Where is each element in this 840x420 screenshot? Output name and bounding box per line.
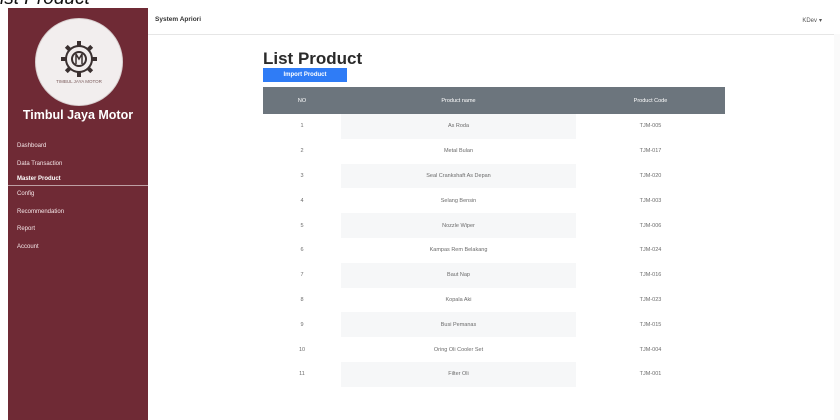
- sidebar-item-data-transaction[interactable]: Data Transaction: [8, 156, 148, 174]
- table-row: 2 Metal Bulan TJM-017: [263, 139, 725, 164]
- cell-no: 8: [300, 296, 304, 303]
- cell-product-code: TJM-001: [639, 371, 662, 378]
- cell-product-name: Oring Oli Cooler Set: [433, 346, 484, 353]
- brand-name: Timbul Jaya Motor: [22, 108, 134, 122]
- page-heading-clipped: ist Product: [0, 0, 260, 8]
- topbar: System Apriori KDev ▾: [148, 8, 840, 35]
- cell-product-code: TJM-005: [639, 123, 662, 130]
- cell-no: 7: [300, 272, 304, 279]
- scrollbar-track[interactable]: [834, 34, 840, 420]
- sidebar: TIMBUL JAYA MOTOR Timbul Jaya Motor Dash…: [8, 8, 148, 420]
- table-row: 4 Selang Bensin TJM-003: [263, 188, 725, 213]
- cell-product-name: Kampas Rem Belakang: [429, 247, 488, 254]
- cell-product-name: Metal Bulan: [443, 148, 474, 155]
- table-row: 8 Kopala Aki TJM-023: [263, 288, 725, 313]
- table-row: 1 As Roda TJM-005: [263, 114, 725, 139]
- cell-product-code: TJM-003: [639, 197, 662, 204]
- cell-product-code: TJM-024: [639, 247, 662, 254]
- table-header-row: NO Product name Product Code: [263, 87, 725, 114]
- cell-product-name: Filter Oli: [341, 361, 576, 387]
- column-header-product-code: Product Code: [633, 97, 668, 104]
- sidebar-item-master-product[interactable]: Master Product: [8, 173, 148, 186]
- cell-product-code: TJM-004: [639, 346, 662, 353]
- table-row: 9 Busi Pemanas TJM-015: [263, 312, 725, 338]
- brand-logo: TIMBUL JAYA MOTOR: [35, 18, 123, 106]
- table-row: 5 Nozzle Wiper TJM-006: [263, 213, 725, 238]
- import-product-button[interactable]: Import Product: [263, 68, 347, 82]
- cell-no: 3: [300, 172, 304, 179]
- cell-no: 10: [298, 346, 306, 353]
- cell-no: 2: [300, 148, 304, 155]
- cell-no: 9: [300, 321, 304, 328]
- column-header-no: NO: [297, 97, 307, 104]
- svg-text:TIMBUL JAYA MOTOR: TIMBUL JAYA MOTOR: [56, 79, 103, 84]
- app-title: System Apriori: [155, 16, 201, 23]
- product-table: NO Product name Product Code 1 As Roda TJM…: [263, 87, 725, 387]
- cell-product-name: Kopala Aki: [445, 296, 472, 303]
- table-row: 10 Oring Oli Cooler Set TJM-004: [263, 337, 725, 362]
- cell-product-code: TJM-006: [639, 222, 662, 229]
- cell-product-name: As Roda: [341, 114, 576, 139]
- user-menu[interactable]: KDev ▾: [800, 17, 822, 24]
- cell-no: 4: [300, 197, 304, 204]
- sidebar-item-dashboard[interactable]: Dashboard: [8, 138, 148, 156]
- cell-product-name: Baut Nap: [341, 262, 576, 288]
- cell-product-code: TJM-020: [639, 172, 662, 179]
- cell-product-name: Nozzle Wiper: [341, 213, 576, 238]
- table-row: 6 Kampas Rem Belakang TJM-024: [263, 238, 725, 263]
- sidebar-item-report[interactable]: Report: [8, 221, 148, 239]
- cell-product-name: Busi Pemanas: [341, 312, 576, 338]
- sidebar-item-config[interactable]: Config: [8, 186, 148, 204]
- sidebar-menu: Dashboard Data Transaction Master Produc…: [8, 138, 148, 256]
- page-title: List Product: [263, 49, 363, 68]
- cell-no: 6: [300, 247, 304, 254]
- column-header-product-name: Product name: [441, 97, 476, 104]
- chevron-down-icon: ▾: [818, 18, 822, 24]
- cell-product-name: Selang Bensin: [440, 197, 477, 204]
- table-row: 7 Baut Nap TJM-016: [263, 262, 725, 288]
- cell-no: 11: [299, 371, 305, 378]
- cell-no: 5: [300, 222, 304, 229]
- cell-product-name: Seal Crankshaft As Depan: [341, 163, 576, 189]
- cell-no: 1: [300, 123, 304, 130]
- table-row: 11 Filter Oli TJM-001: [263, 361, 725, 387]
- cell-product-code: TJM-016: [639, 272, 662, 279]
- user-name: KDev: [802, 18, 817, 24]
- cell-product-code: TJM-017: [639, 148, 662, 155]
- sidebar-item-recommendation[interactable]: Recommendation: [8, 204, 148, 222]
- gear-logo-icon: TIMBUL JAYA MOTOR: [56, 41, 103, 84]
- cell-product-code: TJM-023: [639, 296, 662, 303]
- sidebar-item-account[interactable]: Account: [8, 239, 148, 257]
- table-row: 3 Seal Crankshaft As Depan TJM-020: [263, 163, 725, 189]
- cell-product-code: TJM-015: [639, 321, 662, 328]
